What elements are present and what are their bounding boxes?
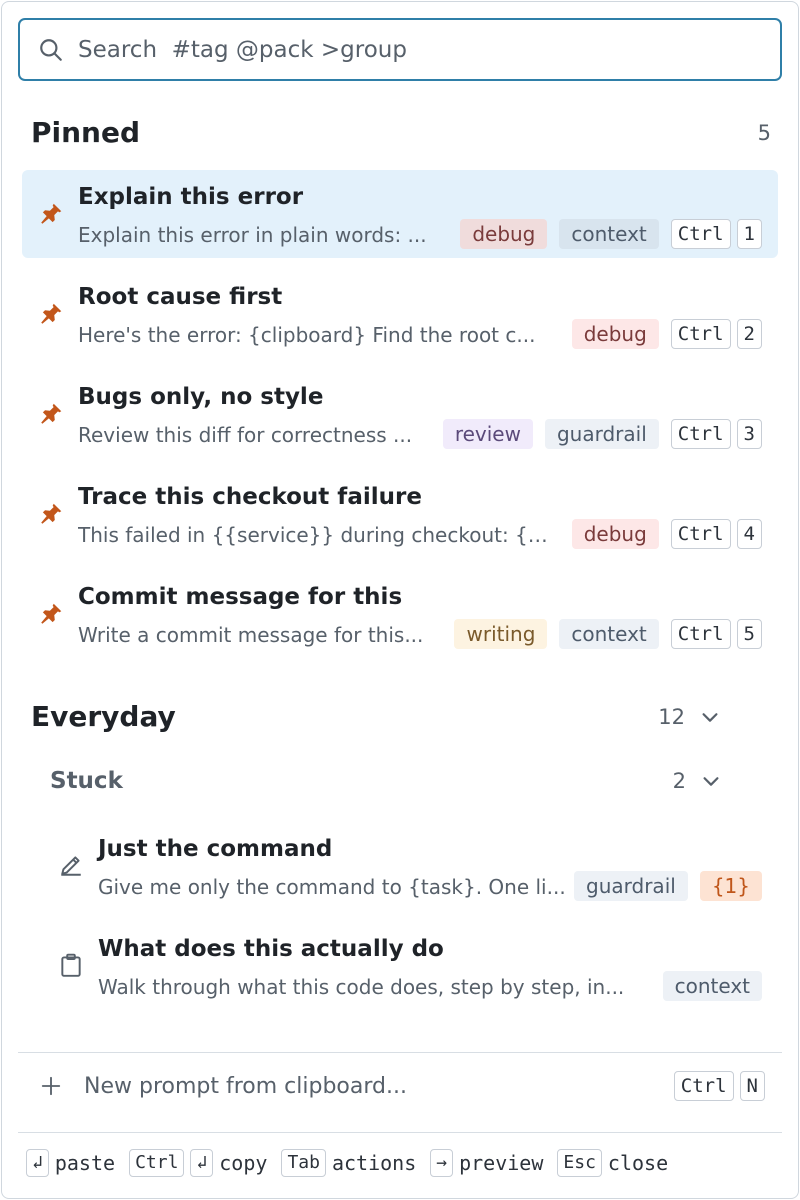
prompt-description: This failed in {{service}} during checko… [78, 523, 553, 547]
prompt-description: Give me only the command to {task}. One … [98, 875, 566, 899]
hint-close: close [607, 1151, 669, 1175]
kbd-arrow-right: → [430, 1149, 454, 1177]
search-icon [40, 38, 62, 61]
everyday-title: Everyday [31, 700, 176, 733]
tag-context[interactable]: context [662, 971, 762, 1001]
prompt-item[interactable]: Just the command Give me only the comman… [42, 822, 778, 910]
prompt-description: Explain this error in plain words: ... [78, 223, 427, 247]
kbd-ctrl: Ctrl [670, 419, 731, 449]
prompt-title: Bugs only, no style [78, 384, 324, 410]
shortcut: Ctrl 5 [670, 619, 762, 649]
prompt-title: Just the command [98, 836, 333, 862]
plus-icon [41, 1076, 61, 1096]
pinned-section-header: Pinned 5 [31, 116, 771, 149]
prompt-description: Walk through what this code does, step b… [98, 975, 625, 999]
kbd-ctrl: Ctrl [670, 219, 731, 249]
kbd-esc: Esc [557, 1149, 602, 1177]
pinned-item[interactable]: Root cause first Here's the error: {clip… [22, 270, 778, 358]
search-input[interactable] [78, 36, 738, 63]
kbd-enter: ↲ [190, 1149, 214, 1177]
pinned-item[interactable]: Bugs only, no style Review this diff for… [22, 370, 778, 458]
shortcut: Ctrl 4 [670, 519, 762, 549]
prompt-meta: guardrail {1} [574, 871, 762, 901]
prompt-title: Explain this error [78, 184, 304, 210]
divider [18, 1132, 782, 1133]
hint-paste: paste [54, 1151, 116, 1175]
group-title: Stuck [50, 768, 123, 794]
pinned-item[interactable]: Explain this error Explain this error in… [22, 170, 778, 258]
kbd-ctrl: Ctrl [129, 1149, 185, 1177]
prompt-title: Trace this checkout failure [78, 484, 422, 510]
pinned-count: 5 [757, 120, 771, 145]
prompt-meta: debug context Ctrl 1 [460, 219, 762, 249]
hint-copy: copy [219, 1151, 268, 1175]
pinned-item[interactable]: Commit message for this Write a commit m… [22, 570, 778, 658]
prompt-item[interactable]: What does this actually do Walk through … [42, 922, 778, 1010]
group-count: 2 [672, 769, 686, 793]
prompt-description: Here's the error: {clipboard} Find the r… [78, 323, 536, 347]
prompt-title: Root cause first [78, 284, 283, 310]
kbd-ctrl: Ctrl [670, 519, 731, 549]
pin-icon [41, 503, 62, 524]
clipboard-icon [61, 953, 81, 977]
new-prompt-label: New prompt from clipboard... [84, 1073, 407, 1099]
tag-review[interactable]: review [442, 419, 533, 449]
search-box[interactable] [18, 18, 782, 81]
prompt-title: What does this actually do [98, 936, 444, 962]
kbd-key: 4 [736, 519, 762, 549]
tag-guardrail[interactable]: guardrail [544, 419, 659, 449]
pin-icon [41, 603, 62, 624]
prompt-title: Commit message for this [78, 584, 403, 610]
tag-debug[interactable]: debug [571, 319, 659, 349]
shortcut: Ctrl 3 [670, 419, 762, 449]
shortcut: Ctrl 2 [670, 319, 762, 349]
kbd-ctrl: Ctrl [673, 1071, 734, 1101]
everyday-count: 12 [658, 704, 685, 729]
tag-debug[interactable]: debug [460, 219, 548, 249]
kbd-enter: ↲ [26, 1149, 49, 1177]
new-prompt-button[interactable]: New prompt from clipboard... Ctrl N [18, 1060, 782, 1112]
prompt-description: Write a commit message for this... [78, 623, 424, 647]
hint-preview: preview [459, 1151, 544, 1175]
tag-context[interactable]: context [559, 619, 659, 649]
kbd-key: 3 [736, 419, 762, 449]
shortcut: Ctrl N [673, 1071, 765, 1101]
tag-debug[interactable]: debug [571, 519, 659, 549]
chevron-down-icon[interactable] [700, 770, 722, 792]
prompt-meta: review guardrail Ctrl 3 [442, 419, 762, 449]
pinned-item[interactable]: Trace this checkout failure This failed … [22, 470, 778, 558]
divider [18, 1052, 782, 1053]
prompt-meta: debug Ctrl 2 [571, 319, 762, 349]
shortcut: Ctrl 1 [670, 219, 762, 249]
pin-icon [41, 303, 62, 324]
keyboard-hints: ↲ paste Ctrl ↲ copy Tab actions → previe… [26, 1149, 676, 1177]
prompt-meta: writing context Ctrl 5 [454, 619, 762, 649]
pin-icon [41, 203, 62, 224]
prompt-description: Review this diff for correctness ... [78, 423, 413, 447]
variable-count-badge: {1} [699, 871, 762, 901]
pinned-title: Pinned [31, 116, 141, 149]
pin-icon [41, 403, 62, 424]
hint-actions: actions [331, 1151, 417, 1175]
kbd-key: N [739, 1071, 765, 1101]
kbd-ctrl: Ctrl [670, 619, 731, 649]
kbd-key: 2 [736, 319, 762, 349]
tag-writing[interactable]: writing [454, 619, 548, 649]
pencil-icon [61, 856, 81, 876]
kbd-ctrl: Ctrl [670, 319, 731, 349]
prompt-meta: context [662, 971, 762, 1001]
prompt-meta: debug Ctrl 4 [571, 519, 762, 549]
kbd-tab: Tab [281, 1149, 326, 1177]
kbd-key: 5 [736, 619, 762, 649]
everyday-section-header[interactable]: Everyday 12 [31, 700, 721, 733]
tag-context[interactable]: context [559, 219, 659, 249]
tag-guardrail[interactable]: guardrail [574, 871, 688, 901]
group-header-stuck[interactable]: Stuck 2 [50, 768, 722, 794]
kbd-key: 1 [736, 219, 762, 249]
chevron-down-icon[interactable] [699, 706, 721, 728]
